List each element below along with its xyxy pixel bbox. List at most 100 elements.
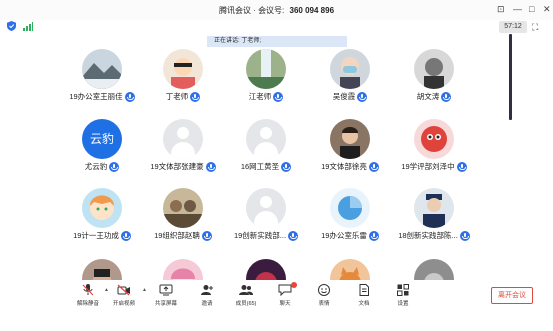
participant-name-row: 19组织部赵聃 — [143, 230, 223, 242]
smile-icon — [318, 284, 330, 296]
settings-grid-icon — [397, 284, 409, 296]
avatar — [330, 49, 370, 89]
meeting-timer: 57:12 — [499, 21, 527, 33]
participant-name-row: 16网工黄圣 — [226, 161, 306, 173]
invite-button[interactable]: 邀请 — [189, 282, 225, 310]
participant-name-row: 吴俊霞 — [310, 91, 390, 103]
mic-status-icon — [368, 231, 379, 242]
participant-tile[interactable]: 19办公室乐雷 — [310, 188, 390, 260]
mic-status-icon — [109, 162, 120, 173]
mic-status-icon — [120, 231, 131, 242]
participant-tile[interactable]: 江老师 — [226, 49, 306, 121]
docs-button[interactable]: 文档 — [346, 282, 382, 310]
settings-button[interactable]: 设置 — [385, 282, 421, 310]
reactions-button[interactable]: 表情 — [306, 282, 342, 310]
participant-tile[interactable]: 19学评部刘泽中 — [394, 119, 474, 191]
shield-icon[interactable] — [7, 21, 16, 31]
participant-name: 19文体部徐亮 — [321, 162, 367, 171]
video-options-caret[interactable]: ▲ — [142, 287, 147, 293]
participant-name-row: 19文体部张建豪 — [143, 161, 223, 173]
mic-status-icon — [190, 92, 201, 103]
participant-name: 丁老师 — [165, 92, 189, 101]
participant-tile[interactable]: 丁老师 — [143, 49, 223, 121]
participant-tile[interactable]: 19创新实践部... — [226, 188, 306, 260]
start-video-button[interactable]: 开启视频 — [106, 282, 142, 310]
close-icon[interactable]: ✕ — [543, 4, 551, 15]
mic-status-icon — [201, 231, 212, 242]
mic-status-icon — [459, 231, 470, 242]
mic-status-icon — [205, 162, 216, 173]
minimize-icon[interactable]: — — [513, 4, 522, 14]
chat-button[interactable]: 聊天 — [267, 282, 303, 310]
participant-tile[interactable]: 16网工黄圣 — [226, 119, 306, 191]
participant-name: 19办公室乐雷 — [321, 231, 367, 240]
app-name: 腾讯会议 — [218, 6, 251, 15]
leave-meeting-button[interactable]: 离开会议 — [491, 287, 533, 304]
participant-tile[interactable]: 吴俊霞 — [310, 49, 390, 121]
chat-badge-dot — [291, 282, 297, 288]
participant-name: 尤云豹 — [84, 162, 108, 171]
avatar — [246, 119, 286, 159]
share-label: 共享屏幕 — [154, 301, 177, 307]
docs-label: 文档 — [358, 301, 370, 307]
participant-tile[interactable]: 云豹尤云豹 — [62, 119, 142, 191]
participant-name: 19文体部张建豪 — [150, 162, 204, 171]
speaking-indicator: 正在讲话: 丁老师; — [207, 36, 347, 47]
participant-tile[interactable]: 19办公室王丽佳 — [62, 49, 142, 121]
participant-name: 吴俊霞 — [332, 92, 356, 101]
mic-status-icon — [281, 162, 292, 173]
participant-tile[interactable]: 18创新实践部陈... — [394, 188, 474, 260]
fullscreen-icon[interactable]: ⛶ — [532, 22, 542, 32]
scrollbar[interactable] — [509, 34, 512, 120]
avatar — [163, 188, 203, 228]
participant-name: 19计一王功成 — [73, 231, 119, 240]
signal-icon — [23, 22, 33, 31]
document-icon — [359, 284, 369, 296]
participant-name: 江老师 — [248, 92, 272, 101]
avatar — [414, 49, 454, 89]
meeting-id-label: 会议号: — [258, 6, 285, 15]
avatar: 云豹 — [82, 119, 122, 159]
mic-muted-icon — [82, 284, 94, 296]
share-screen-button[interactable]: 共享屏幕 — [148, 282, 184, 310]
participant-tile[interactable]: 19组织部赵聃 — [143, 188, 223, 260]
pin-icon[interactable]: ⊡ — [497, 4, 505, 15]
participant-name-row: 19办公室王丽佳 — [62, 91, 142, 103]
chat-label: 聊天 — [279, 301, 291, 307]
add-user-icon — [201, 285, 213, 295]
settings-label: 设置 — [397, 301, 409, 307]
participant-tile[interactable]: 19计一王功成 — [62, 188, 142, 260]
mic-status-icon — [441, 92, 452, 103]
participant-tile[interactable]: 19文体部徐亮 — [310, 119, 390, 191]
unmute-label: 解除静音 — [76, 301, 99, 307]
participant-name-row: 19学评部刘泽中 — [394, 161, 474, 173]
members-label: 成员(65) — [235, 301, 257, 307]
camera-off-icon — [117, 284, 130, 296]
avatar — [246, 188, 286, 228]
participant-name-row: 19文体部徐亮 — [310, 161, 390, 173]
chat-icon — [278, 284, 292, 296]
participant-tile[interactable]: 胡文涛 — [394, 49, 474, 121]
unmute-button[interactable]: 解除静音 — [70, 282, 106, 310]
avatar — [246, 49, 286, 89]
participant-name: 19学评部刘泽中 — [401, 162, 455, 171]
avatar — [330, 119, 370, 159]
participant-tile[interactable]: 19文体部张建豪 — [143, 119, 223, 191]
video-label: 开启视频 — [112, 301, 135, 307]
participant-name-row: 19办公室乐雷 — [310, 230, 390, 242]
participant-name: 16网工黄圣 — [240, 162, 280, 171]
maximize-icon[interactable]: □ — [529, 4, 534, 14]
participant-name: 19办公室王丽佳 — [69, 92, 123, 101]
mic-status-icon — [273, 92, 284, 103]
participant-name-row: 19计一王功成 — [62, 230, 142, 242]
members-button[interactable]: 成员(65) — [228, 282, 264, 310]
avatar — [163, 119, 203, 159]
participant-name-row: 尤云豹 — [62, 161, 142, 173]
avatar — [82, 188, 122, 228]
invite-label: 邀请 — [201, 301, 213, 307]
avatar-text: 云豹 — [89, 132, 114, 146]
participant-name-row: 胡文涛 — [394, 91, 474, 103]
mic-status-icon — [288, 231, 299, 242]
members-icon — [239, 285, 253, 295]
avatar — [330, 188, 370, 228]
